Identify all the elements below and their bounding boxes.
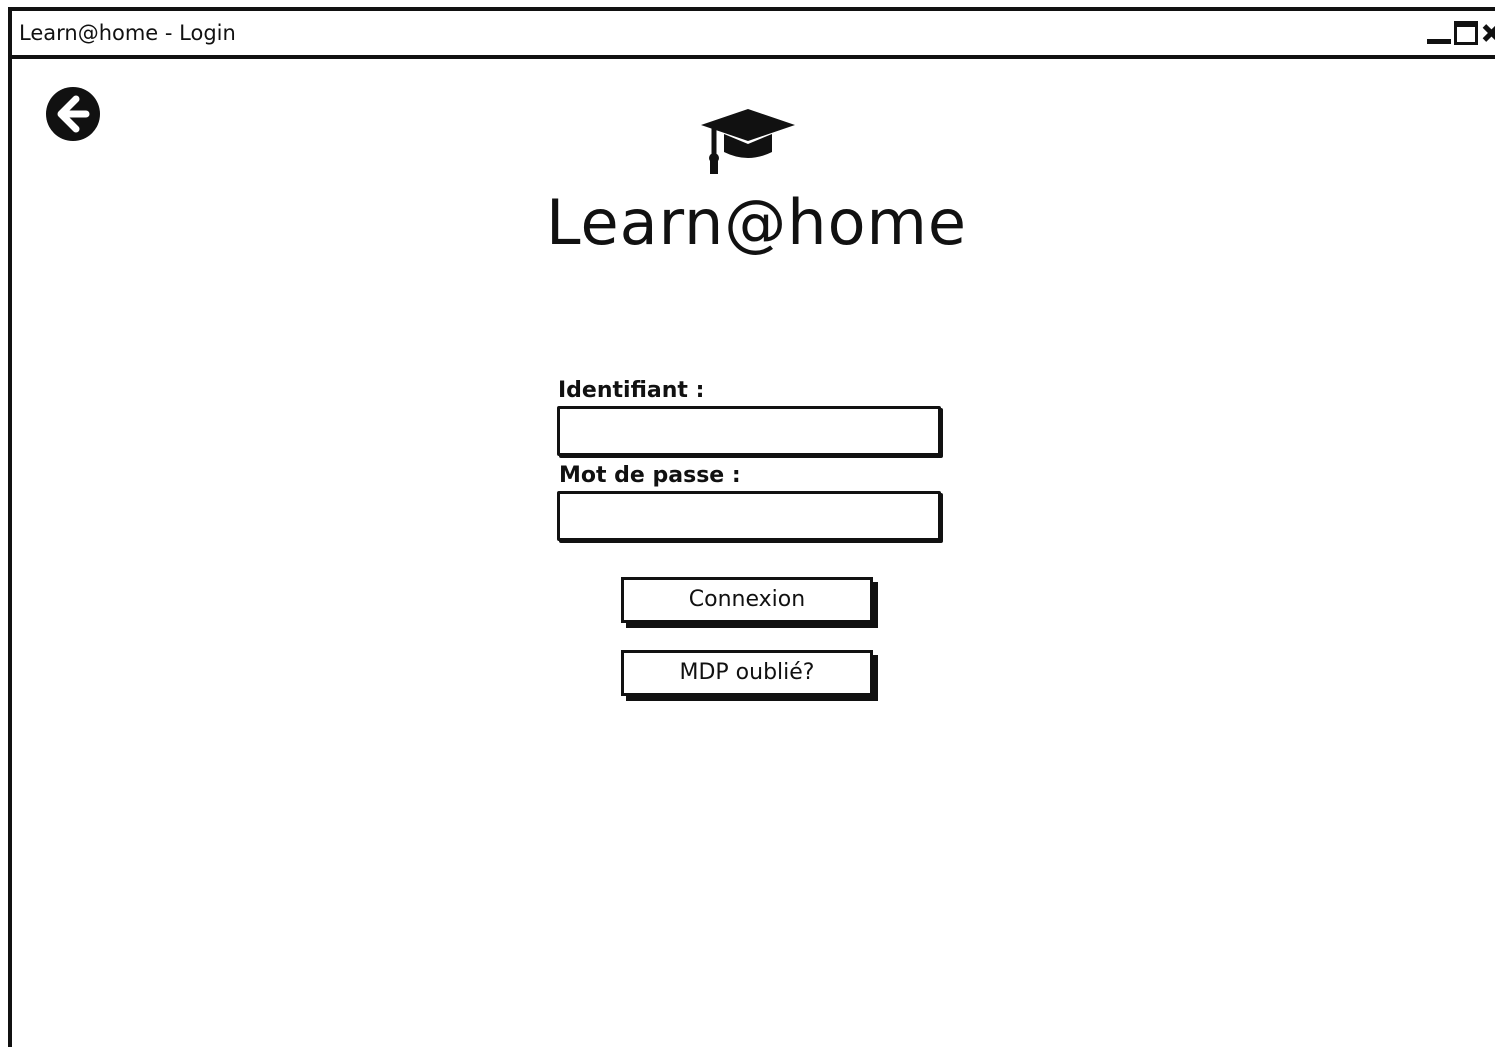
brand-title: Learn@home: [546, 186, 968, 259]
window-title: Learn@home - Login: [19, 21, 236, 45]
graduation-cap-icon: [701, 109, 795, 174]
maximize-icon[interactable]: [1454, 21, 1478, 45]
password-field[interactable]: [557, 491, 941, 541]
username-label: Identifiant :: [558, 378, 705, 403]
username-field[interactable]: [557, 406, 941, 456]
minimize-icon[interactable]: [1427, 21, 1451, 45]
title-bar: Learn@home - Login: [12, 11, 1495, 59]
window-controls: [1427, 21, 1495, 45]
forgot-password-button[interactable]: MDP oublié?: [621, 650, 873, 696]
close-icon[interactable]: [1481, 21, 1495, 45]
back-arrow-icon[interactable]: [45, 86, 101, 142]
password-label: Mot de passe :: [559, 463, 741, 488]
login-button[interactable]: Connexion: [621, 577, 873, 623]
